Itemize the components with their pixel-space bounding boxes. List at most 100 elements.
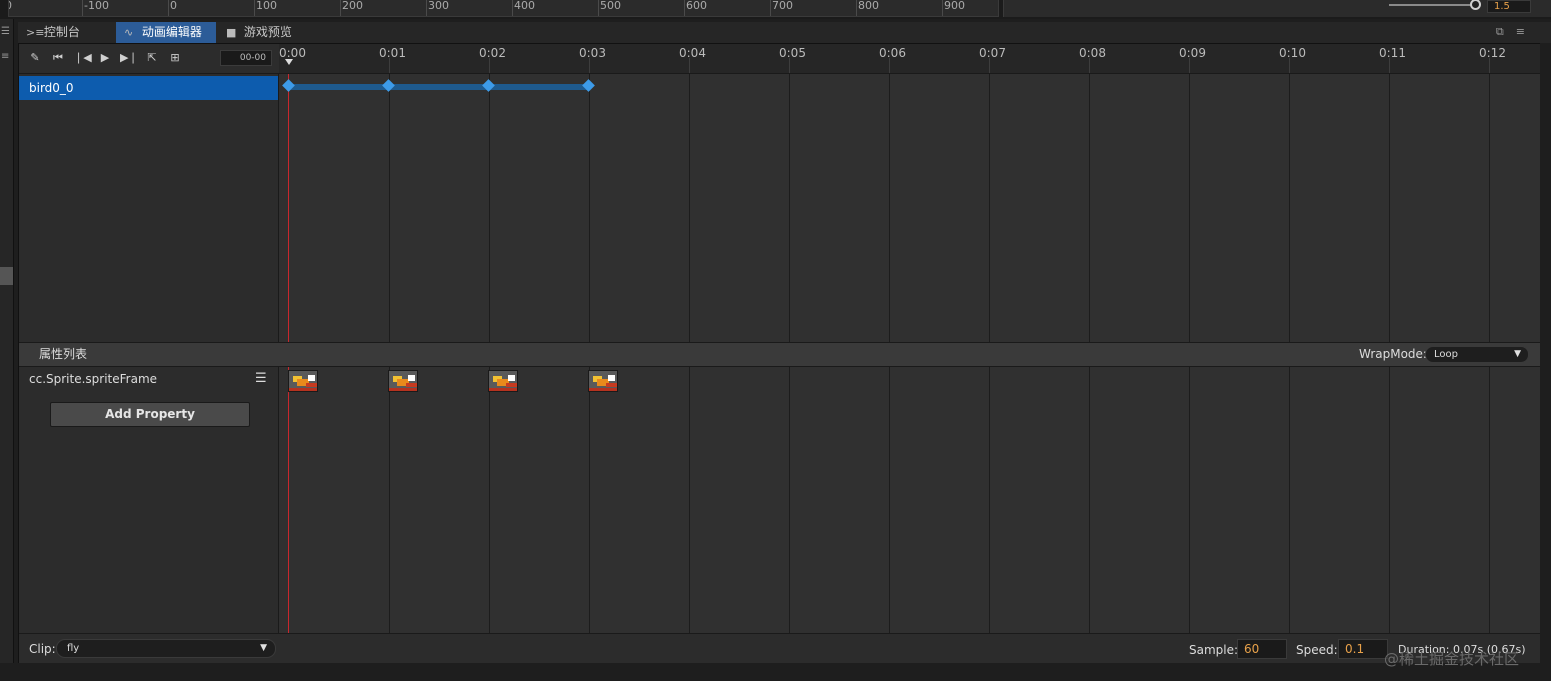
bird-sprite-beak <box>606 383 617 387</box>
keyframe-track-bar[interactable] <box>289 84 589 90</box>
ruler-tick <box>512 0 513 16</box>
left-side-strip: ☰ ≡ <box>0 19 14 681</box>
timeline-tick <box>389 58 390 73</box>
ruler-label: 300 <box>428 0 449 12</box>
timeline-tick <box>889 58 890 73</box>
bird-sprite-stripe <box>589 388 617 391</box>
timeline-tick <box>589 58 590 73</box>
speed-label: Speed: <box>1296 643 1338 657</box>
timeline-grid-line <box>1489 367 1490 633</box>
add-event-icon[interactable]: ⊞ <box>167 51 183 65</box>
animation-footer: Clip: fly ▼ Sample: 60 Speed: 0.1 Durati… <box>19 633 1540 663</box>
panel-menu-icon[interactable]: ≡ <box>1516 25 1537 38</box>
play-icon[interactable]: ▶ <box>97 51 113 65</box>
sprite-keyframe-thumbnail[interactable] <box>288 370 318 392</box>
wrapmode-value: Loop <box>1434 349 1458 360</box>
ruler-tick <box>598 0 599 16</box>
timeline-grid-line <box>789 367 790 633</box>
add-property-button[interactable]: Add Property <box>50 402 250 427</box>
scene-ruler: 00 -100 0 100 200 300 400 500 600 700 800 900 <box>8 0 999 17</box>
chevron-down-icon: ▼ <box>260 643 267 653</box>
timeline-time-label: 0:02 <box>479 46 506 60</box>
property-list-header: 属性列表 WrapMode: Loop ▼ <box>19 342 1540 367</box>
timeline-grid-line <box>1289 367 1290 633</box>
export-icon[interactable]: ⇱ <box>144 51 160 65</box>
timeline-grid-line <box>1089 367 1090 633</box>
zoom-slider-knob[interactable] <box>1470 0 1481 10</box>
ruler-label: 500 <box>600 0 621 12</box>
tab-console[interactable]: >≡ 控制台 <box>18 22 114 43</box>
next-frame-icon[interactable]: ▶❘ <box>120 51 138 65</box>
timeline-time-label: 0:03 <box>579 46 606 60</box>
timeline-grid-line <box>1089 74 1090 342</box>
speed-input[interactable]: 0.1 <box>1338 639 1388 659</box>
animation-editor-panel: ✎ ⏮ ❘◀ ▶ ▶❘ ⇱ ⊞ 00-00 0:00 0:01 0:02 0:03 0:… <box>18 43 1540 663</box>
property-timeline-area[interactable] <box>279 367 1540 633</box>
property-list-title: 属性列表 <box>39 347 88 361</box>
bird-sprite-beak <box>406 383 417 387</box>
timeline-grid-line <box>1489 74 1490 342</box>
side-scroll-handle[interactable] <box>0 267 13 285</box>
hamburger-menu-icon[interactable]: ☰ <box>255 371 267 386</box>
tab-animation-editor[interactable]: ∿ 动画编辑器 <box>116 22 216 43</box>
zoom-value-field[interactable]: 1.5 <box>1487 0 1531 13</box>
terminal-icon: >≡ <box>26 26 45 39</box>
bird-sprite-eye <box>408 375 415 381</box>
ruler-label: 400 <box>514 0 535 12</box>
panel-window-controls: ⧉≡ <box>1496 25 1537 39</box>
current-frame-field[interactable]: 00-00 <box>220 50 272 66</box>
bird-sprite-beak <box>506 383 517 387</box>
popout-icon[interactable]: ⧉ <box>1496 25 1516 38</box>
menu-icon[interactable]: ☰ <box>1 27 11 37</box>
timeline-grid-line <box>589 74 590 342</box>
timeline-grid-line <box>589 367 590 633</box>
sprite-keyframe-thumbnail[interactable] <box>488 370 518 392</box>
clip-select[interactable]: fly ▼ <box>56 639 276 658</box>
ruler-label: -100 <box>84 0 109 12</box>
timeline-time-label: 0:12 <box>1479 46 1506 60</box>
timeline-tick <box>1389 58 1390 73</box>
ruler-label: 700 <box>772 0 793 12</box>
timeline-grid-line <box>1289 74 1290 342</box>
ruler-label: 200 <box>342 0 363 12</box>
jump-first-icon[interactable]: ⏮ <box>50 51 66 65</box>
timeline-grid-line <box>889 367 890 633</box>
timeline-grid-line <box>389 74 390 342</box>
sprite-keyframe-thumbnail[interactable] <box>588 370 618 392</box>
timeline-grid-line <box>389 367 390 633</box>
clip-label: Clip: <box>29 642 56 656</box>
sprite-keyframe-thumbnail[interactable] <box>388 370 418 392</box>
watermark-text: @稀土掘金技术社区 <box>1384 650 1520 668</box>
bird-sprite-stripe <box>289 388 317 391</box>
node-timeline-area[interactable] <box>279 74 1540 342</box>
property-list: cc.Sprite.spriteFrame ☰ Add Property <box>19 367 279 633</box>
timeline-tick <box>489 58 490 73</box>
timeline-time-label: 0:09 <box>1179 46 1206 60</box>
bird-sprite-eye <box>508 375 515 381</box>
zoom-slider-track[interactable] <box>1389 4 1477 6</box>
playhead-line <box>288 74 289 342</box>
timeline-time-label: 0:07 <box>979 46 1006 60</box>
timeline-time-label: 0:01 <box>379 46 406 60</box>
timeline-tick <box>1289 58 1290 73</box>
filter-icon[interactable]: ≡ <box>1 52 11 62</box>
bird-sprite-stripe <box>389 388 417 391</box>
bird-sprite-eye <box>308 375 315 381</box>
ruler-tick <box>426 0 427 16</box>
timeline-header[interactable]: 0:00 0:01 0:02 0:03 0:04 0:05 0:06 0:07 0:08 0:09… <box>279 44 1540 74</box>
property-item-name[interactable]: cc.Sprite.spriteFrame <box>29 372 157 386</box>
ruler-tick <box>684 0 685 16</box>
chevron-down-icon: ▼ <box>1514 349 1521 359</box>
panel-tab-bar: >≡ 控制台 ∿ 动画编辑器 ■ 游戏预览 ⧉≡ <box>18 22 1551 43</box>
prev-frame-icon[interactable]: ❘◀ <box>74 51 92 65</box>
playhead-line <box>288 367 289 633</box>
node-row-selected[interactable]: bird0_0 <box>19 76 278 100</box>
sample-input[interactable]: 60 <box>1237 639 1287 659</box>
tab-game-preview[interactable]: ■ 游戏预览 <box>218 22 314 43</box>
wrapmode-select[interactable]: Loop ▼ <box>1425 346 1529 363</box>
node-list: bird0_0 <box>19 74 279 342</box>
ruler-tick <box>770 0 771 16</box>
ruler-label: 100 <box>256 0 277 12</box>
edit-icon[interactable]: ✎ <box>27 51 43 65</box>
animation-toolbar: ✎ ⏮ ❘◀ ▶ ▶❘ ⇱ ⊞ 00-00 <box>19 44 279 74</box>
